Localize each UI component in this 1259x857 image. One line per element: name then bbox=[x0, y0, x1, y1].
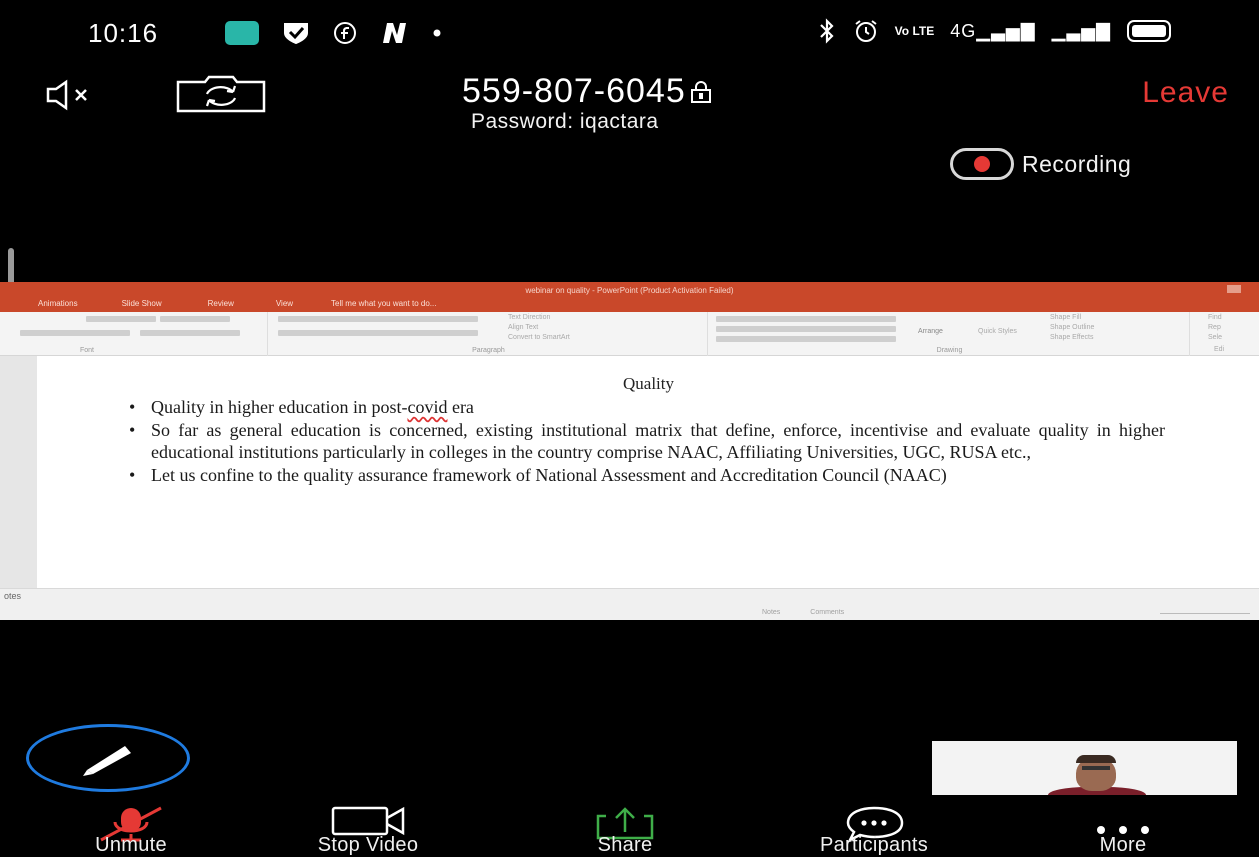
signal-icon: ▁▃▅▇ bbox=[1051, 20, 1111, 41]
ppt-tab-view: View bbox=[275, 299, 294, 308]
dot-icon bbox=[433, 29, 441, 37]
select-item: Sele bbox=[1208, 334, 1223, 341]
ppt-statusbar-items: Notes Comments bbox=[762, 609, 844, 616]
status-notification-icons bbox=[225, 20, 441, 46]
slide-bullet: Quality in higher education in post-covi… bbox=[129, 396, 1165, 419]
ribbon-group-editing: Find Rep Sele Edi bbox=[1200, 312, 1259, 356]
find-item: Find bbox=[1208, 314, 1222, 321]
video-camera-icon bbox=[331, 806, 405, 836]
shape-effects-item: Shape Effects bbox=[1050, 334, 1094, 341]
ppt-window-title: webinar on quality - PowerPoint (Product… bbox=[525, 286, 734, 295]
ppt-statusbar: otes Notes Comments bbox=[0, 588, 1259, 620]
quick-styles-item: Quick Styles bbox=[978, 328, 1017, 335]
meeting-password: Password: iqactara bbox=[471, 110, 659, 133]
leave-button[interactable]: Leave bbox=[1142, 76, 1229, 110]
slide-bullet: So far as general education is concerned… bbox=[129, 419, 1165, 464]
ppt-tab-review: Review bbox=[207, 299, 234, 308]
share-button[interactable]: Share bbox=[560, 800, 690, 857]
editing-label: Edi bbox=[1214, 346, 1225, 353]
shared-screen[interactable]: webinar on quality - PowerPoint (Product… bbox=[0, 282, 1259, 620]
pencil-icon bbox=[83, 746, 131, 776]
text-direction-item: Text Direction bbox=[508, 314, 551, 321]
ppt-titlebar: webinar on quality - PowerPoint (Product… bbox=[0, 282, 1259, 312]
switch-camera-button[interactable] bbox=[175, 74, 267, 114]
ppt-tab-animations: Animations bbox=[38, 299, 78, 308]
replace-item: Rep bbox=[1208, 324, 1221, 331]
n-icon bbox=[379, 21, 411, 45]
arrange-item: Arrange bbox=[918, 328, 943, 335]
circle-f-icon bbox=[333, 21, 357, 45]
participants-label: Participants bbox=[819, 834, 929, 856]
meeting-id: 559-807-6045 bbox=[462, 72, 686, 110]
ribbon-group-font: Font bbox=[0, 312, 268, 356]
convert-smartart-item: Convert to SmartArt bbox=[508, 334, 570, 341]
ppt-tab-tell-me: Tell me what you want to do... bbox=[331, 299, 437, 308]
ppt-ribbon: Font Text Direction Align Text Convert t… bbox=[0, 312, 1259, 356]
shape-fill-item: Shape Fill bbox=[1050, 314, 1082, 321]
status-bar: 10:16 Vo LTE 4G▁▃▅▇ ▁▃▅▇ bbox=[0, 0, 1259, 66]
slide-bullet: Let us confine to the quality assurance … bbox=[129, 464, 1165, 487]
slide-bullet-list: Quality in higher education in post-covi… bbox=[129, 396, 1165, 486]
stop-video-button[interactable]: Stop Video bbox=[280, 800, 456, 857]
message-icon bbox=[225, 21, 259, 45]
notes-button: Notes bbox=[762, 609, 781, 616]
ppt-corner-icon bbox=[1227, 285, 1241, 293]
meeting-toolbar: Unmute Stop Video Share Participants Mor… bbox=[0, 800, 1259, 857]
more-dots-icon bbox=[1097, 826, 1149, 834]
annotate-button[interactable] bbox=[26, 724, 190, 792]
more-button[interactable]: More bbox=[1064, 800, 1182, 857]
zoom-slider bbox=[1160, 613, 1250, 614]
recording-label: Recording bbox=[1022, 150, 1132, 177]
stop-video-label: Stop Video bbox=[317, 834, 419, 856]
alarm-icon bbox=[853, 18, 879, 44]
record-icon bbox=[950, 148, 1014, 180]
ribbon-group-paragraph-label: Paragraph bbox=[472, 347, 505, 354]
ppt-ribbon-tabs: Animations Slide Show Review View Tell m… bbox=[38, 299, 436, 308]
ribbon-group-drawing: Arrange Quick Styles Shape Fill Shape Ou… bbox=[710, 312, 1190, 356]
participant-hair bbox=[1076, 755, 1116, 763]
bluetooth-icon bbox=[817, 18, 837, 44]
align-text-item: Align Text bbox=[508, 324, 539, 331]
meeting-header: 559-807-6045 Password: iqactara Leave bbox=[0, 66, 1259, 146]
ppt-tab-slide-show: Slide Show bbox=[121, 299, 162, 308]
participant-glasses bbox=[1082, 766, 1110, 770]
signal-4g-icon: 4G▁▃▅▇ bbox=[950, 20, 1036, 41]
meeting-id-label[interactable]: 559-807-6045 bbox=[462, 72, 712, 111]
slide-canvas: Quality Quality in higher education in p… bbox=[37, 356, 1259, 588]
shield-check-icon bbox=[281, 20, 311, 46]
speaker-muted-icon bbox=[46, 79, 87, 111]
ribbon-group-drawing-label: Drawing bbox=[936, 347, 963, 354]
camera-flip-icon bbox=[176, 75, 266, 113]
unmute-button[interactable]: Unmute bbox=[62, 800, 200, 857]
unmute-label: Unmute bbox=[95, 834, 167, 856]
volte-icon: Vo LTE bbox=[894, 23, 935, 38]
ribbon-group-font-label: Font bbox=[80, 347, 95, 354]
speaker-mute-button[interactable] bbox=[44, 78, 104, 112]
notes-pane-label: otes bbox=[4, 591, 22, 601]
slide-title: Quality bbox=[623, 374, 674, 393]
lock-icon bbox=[690, 80, 711, 103]
comments-button: Comments bbox=[810, 609, 845, 616]
self-video-thumbnail[interactable] bbox=[930, 739, 1239, 797]
status-system-icons: Vo LTE 4G▁▃▅▇ ▁▃▅▇ bbox=[817, 18, 1171, 44]
more-label: More bbox=[1099, 834, 1147, 856]
status-time: 10:16 bbox=[88, 18, 159, 48]
shape-outline-item: Shape Outline bbox=[1050, 324, 1095, 331]
battery-icon bbox=[1127, 20, 1171, 42]
ribbon-group-paragraph: Text Direction Align Text Convert to Sma… bbox=[270, 312, 708, 356]
participants-button[interactable]: Participants bbox=[772, 800, 976, 857]
recording-indicator[interactable]: Recording bbox=[950, 148, 1131, 180]
share-label: Share bbox=[597, 834, 653, 856]
